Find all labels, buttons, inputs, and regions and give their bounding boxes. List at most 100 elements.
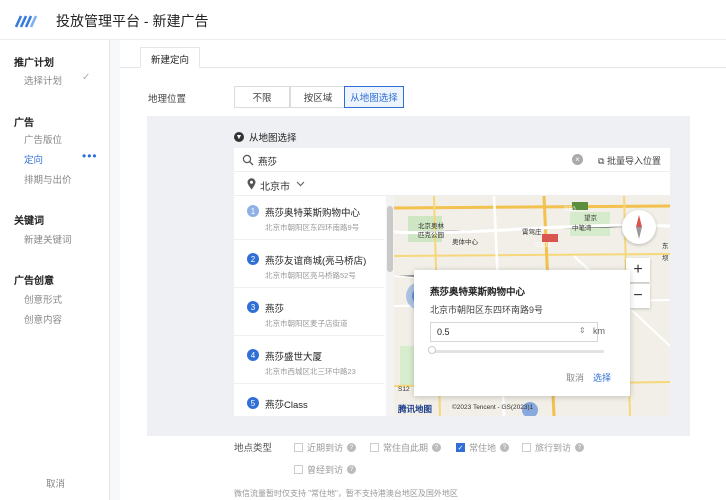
clear-icon[interactable]: ×: [572, 154, 583, 165]
checkbox[interactable]: [522, 443, 531, 452]
sidebar-section-keywords: 关键词: [14, 216, 44, 227]
map-label: 望京: [584, 215, 597, 222]
help-icon[interactable]: ?: [347, 465, 357, 474]
map-logo: 腾讯地图: [398, 404, 433, 414]
sidebar-section-ad: 广告: [14, 118, 34, 129]
import-icon: ⧉: [598, 156, 605, 166]
option-past-visit[interactable]: 曾经到访 ?: [294, 463, 357, 476]
result-name: 燕莎盛世大厦: [265, 352, 323, 363]
radius-value: 0.5: [437, 327, 450, 337]
option-label: 曾经到访: [307, 465, 344, 475]
radius-input[interactable]: 0.5 ⇕: [430, 322, 598, 342]
checkbox[interactable]: [294, 443, 303, 452]
city-selector[interactable]: 北京市: [234, 172, 670, 196]
list-item[interactable]: 3 燕莎 北京市朝阳区麦子店街道: [234, 292, 384, 336]
list-item[interactable]: 4 燕莎盛世大厦 北京市西城区北三环中路23: [234, 340, 384, 384]
compass-icon[interactable]: [622, 210, 656, 244]
help-icon[interactable]: ?: [575, 443, 585, 452]
help-icon[interactable]: ?: [500, 443, 510, 452]
option-recent-visit[interactable]: 近期到访 ?: [294, 441, 357, 454]
location-type-note: 微信流量暂时仅支持 "常住地"，暂不支持港澳台地区及国外地区: [234, 489, 458, 498]
scrollbar-thumb[interactable]: [387, 206, 393, 272]
app-title: 投放管理平台 - 新建广告: [56, 13, 209, 29]
map-label: G101: [535, 242, 551, 249]
sidebar-item-targeting[interactable]: 定向: [24, 152, 43, 166]
list-scrollbar[interactable]: [386, 196, 394, 416]
popup-select-button[interactable]: 选择: [593, 371, 611, 384]
result-number: 3: [247, 301, 259, 313]
check-icon: ✓: [82, 72, 91, 83]
map-label: 东: [662, 243, 669, 250]
checkbox[interactable]: [370, 443, 379, 452]
map-label: 中笔湾: [572, 225, 592, 232]
geo-option-map[interactable]: 从地图选择: [344, 86, 404, 108]
map-label: 奥体中心: [452, 239, 478, 246]
geo-option-region[interactable]: 按区域: [290, 86, 346, 108]
sidebar-section-plan: 推广计划: [14, 58, 54, 69]
search-icon: [242, 154, 254, 166]
result-list: 1 燕莎奥特莱斯购物中心 北京市朝阳区东四环南路9号 2 燕莎友谊商城(亮马桥店…: [234, 196, 386, 416]
sidebar-item-new-keyword[interactable]: 新建关键词: [24, 232, 72, 246]
popup-title: 燕莎奥特莱斯购物中心: [430, 287, 526, 298]
map-label: S50: [564, 206, 576, 213]
result-number: 2: [247, 253, 259, 265]
result-name: 燕莎友谊商城(亮马桥店): [265, 256, 367, 267]
result-address: 北京市朝阳区东四环南路9号: [265, 223, 360, 232]
more-icon[interactable]: •••: [82, 149, 98, 163]
map-label: 坝: [662, 255, 669, 262]
help-icon[interactable]: ?: [432, 443, 442, 452]
app-logo-icon: [15, 15, 38, 28]
tab-new-targeting[interactable]: 新建定向: [140, 47, 201, 68]
radius-slider[interactable]: [430, 350, 604, 353]
sidebar-item-creative-content[interactable]: 创意内容: [24, 312, 62, 326]
app-header: 投放管理平台 - 新建广告: [0, 0, 726, 40]
geo-label: 地理位置: [148, 94, 187, 105]
list-item[interactable]: 2 燕莎友谊商城(亮马桥店) 北京市朝阳区亮马桥路52号: [234, 244, 384, 288]
option-label: 旅行到访: [535, 443, 572, 453]
sidebar-item-select-plan[interactable]: 选择计划: [24, 73, 62, 87]
option-travel-visit[interactable]: 旅行到访 ?: [522, 441, 585, 454]
chevron-down-icon: ▼: [234, 132, 244, 142]
popup-cancel-button[interactable]: 取消: [566, 371, 584, 384]
location-popup: 燕莎奥特莱斯购物中心 北京市朝阳区东四环南路9号 0.5 ⇕ km 取消 选择: [414, 270, 630, 396]
map-select-label: 从地图选择: [249, 133, 297, 144]
sidebar-item-schedule[interactable]: 排期与出价: [24, 172, 72, 186]
location-type-label: 地点类型: [234, 443, 273, 454]
help-icon[interactable]: ?: [347, 443, 357, 452]
batch-import-label: 批量导入位置: [606, 156, 661, 166]
option-label: 常住自此期: [383, 443, 429, 453]
list-item[interactable]: 1 燕莎奥特莱斯购物中心 北京市朝阳区东四环南路9号: [234, 196, 384, 240]
tab-bar: 新建定向: [120, 40, 726, 68]
search-input[interactable]: 燕莎: [258, 154, 277, 168]
map-label: S12: [398, 386, 410, 393]
result-name: 燕莎: [265, 304, 285, 315]
sidebar-section-creative: 广告创意: [14, 276, 54, 287]
stepper-icon[interactable]: ⇕: [579, 326, 586, 335]
option-label: 近期到访: [307, 443, 344, 453]
sidebar-item-creative-format[interactable]: 创意形式: [24, 292, 62, 306]
city-label: 北京市: [260, 182, 290, 193]
option-resident[interactable]: ✓ 常住地 ?: [456, 441, 510, 454]
result-number: 4: [247, 349, 259, 361]
result-address: 北京市朝阳区亮马桥路52号: [265, 271, 356, 280]
result-address: 北京市西城区北三环中路23: [265, 367, 356, 376]
checkbox-checked[interactable]: ✓: [456, 443, 465, 452]
location-pin-icon: [247, 178, 256, 190]
result-number: 5: [247, 397, 259, 409]
slider-handle[interactable]: [428, 346, 436, 354]
list-item[interactable]: 5 燕莎Class: [234, 388, 384, 416]
result-name: 燕莎Class: [265, 400, 308, 411]
chevron-down-icon: [296, 181, 305, 187]
sidebar-item-placement[interactable]: 广告版位: [24, 132, 62, 146]
map-label: 匹克公园: [418, 232, 444, 239]
geo-option-any[interactable]: 不限: [234, 86, 290, 108]
checkbox[interactable]: [294, 465, 303, 474]
batch-import-button[interactable]: ⧉ 批量导入位置: [598, 154, 661, 167]
map-copyright: ©2023 Tencent - GS(2023)1: [452, 404, 534, 411]
popup-address: 北京市朝阳区东四环南路9号: [430, 305, 544, 315]
result-address: 北京市朝阳区麦子店街道: [265, 319, 348, 328]
option-resident-period[interactable]: 常住自此期 ?: [370, 441, 442, 454]
sidebar-cancel-button[interactable]: 取消: [46, 476, 65, 490]
map-select-toggle[interactable]: ▼ 从地图选择: [234, 130, 297, 144]
location-search-box[interactable]: 燕莎 × ⧉ 批量导入位置: [234, 148, 670, 172]
